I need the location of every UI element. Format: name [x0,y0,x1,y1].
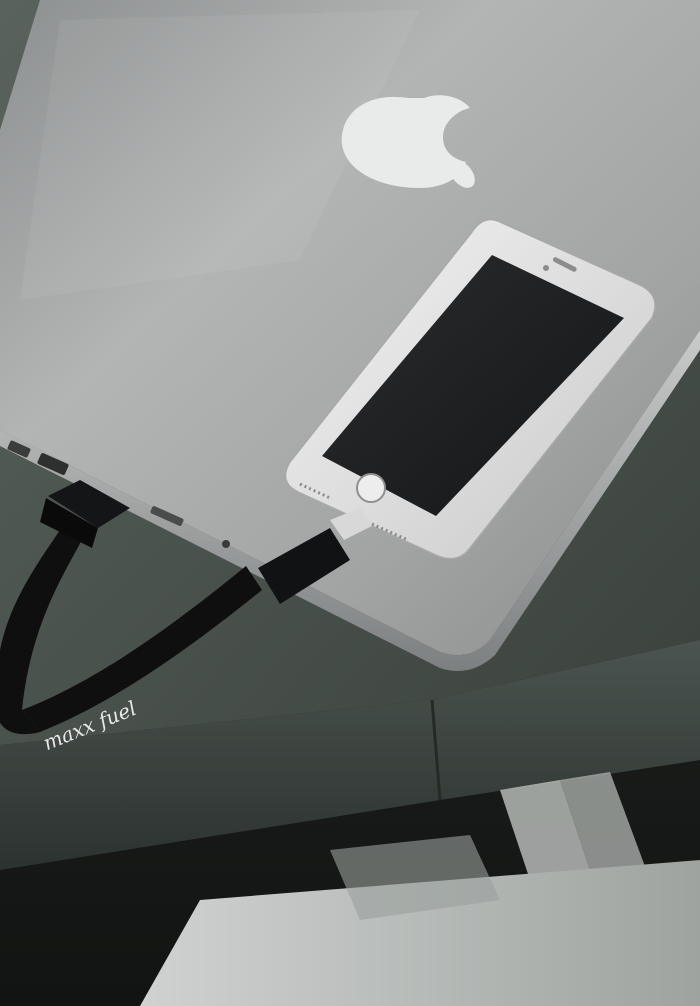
photo-illustration: maxx fuel [0,0,700,1006]
photo-scene: maxx fuel [0,0,700,1006]
home-button [356,473,386,503]
